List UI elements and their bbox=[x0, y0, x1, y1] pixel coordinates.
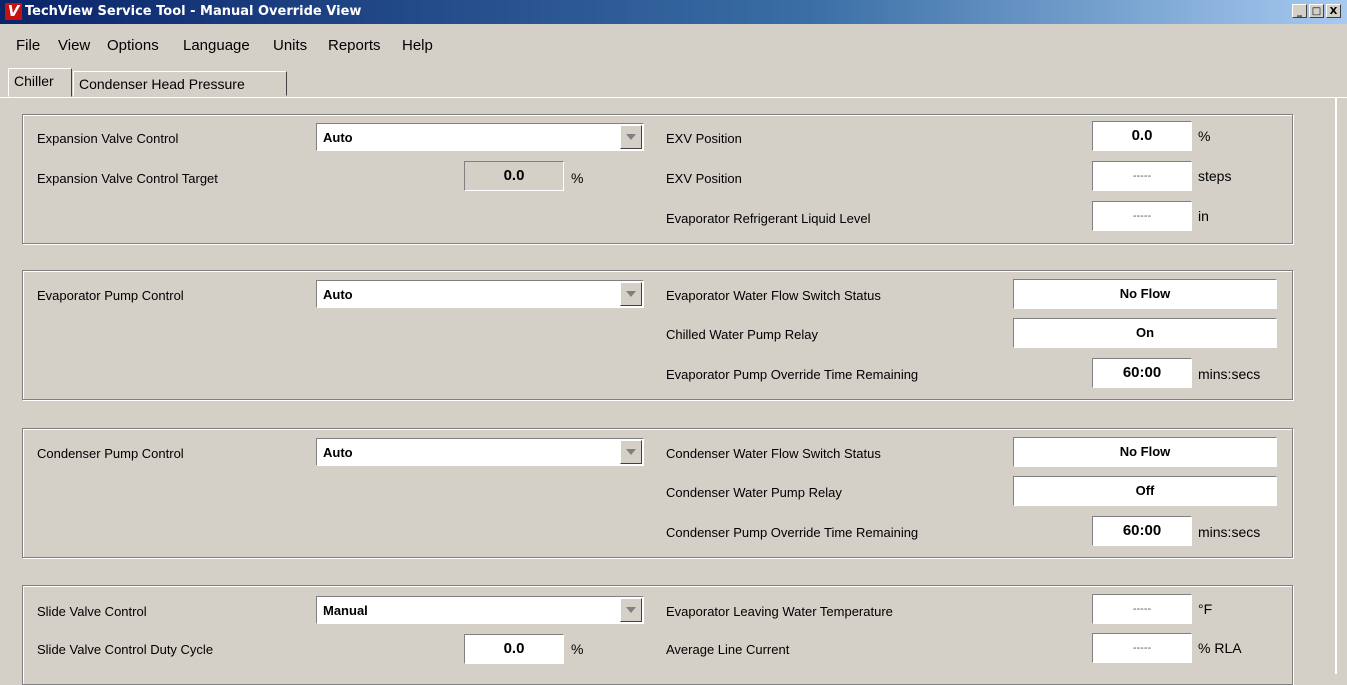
evap-leaving-water-temp-unit: °F bbox=[1198, 601, 1213, 617]
exv-position-pct-label: EXV Position bbox=[666, 131, 742, 146]
evap-leaving-water-temp-value: ----- bbox=[1092, 594, 1192, 624]
average-line-current-value: ----- bbox=[1092, 633, 1192, 663]
exv-position-steps-label: EXV Position bbox=[666, 171, 742, 186]
average-line-current-label: Average Line Current bbox=[666, 642, 790, 657]
menu-file[interactable]: File bbox=[16, 37, 40, 54]
tab-chiller[interactable]: Chiller bbox=[8, 68, 72, 97]
evaporator-pump-dropdown-button[interactable] bbox=[620, 282, 642, 306]
expansion-valve-control-dropdown[interactable]: Auto bbox=[316, 123, 644, 151]
chilled-water-pump-relay-value: On bbox=[1013, 318, 1277, 348]
condenser-pump-control-dropdown[interactable]: Auto bbox=[316, 438, 644, 466]
evap-pump-override-time-unit: mins:secs bbox=[1198, 366, 1261, 382]
chevron-down-icon bbox=[626, 134, 636, 140]
condenser-pump-dropdown-button[interactable] bbox=[620, 440, 642, 464]
average-line-current-unit: % RLA bbox=[1198, 640, 1242, 656]
cond-pump-override-time-unit: mins:secs bbox=[1198, 524, 1261, 540]
chilled-water-pump-relay-label: Chilled Water Pump Relay bbox=[666, 327, 818, 342]
cond-water-pump-relay-label: Condenser Water Pump Relay bbox=[666, 485, 842, 500]
tab-condenser-head-pressure[interactable]: Condenser Head Pressure bbox=[73, 71, 287, 96]
condenser-pump-control-label: Condenser Pump Control bbox=[37, 446, 184, 461]
menu-language[interactable]: Language bbox=[183, 37, 250, 54]
close-button[interactable]: X bbox=[1326, 4, 1341, 18]
app-logo-icon: V bbox=[5, 3, 22, 20]
minimize-button[interactable]: _ bbox=[1292, 4, 1307, 18]
exv-position-pct-value: 0.0 bbox=[1092, 121, 1192, 151]
menu-help[interactable]: Help bbox=[402, 37, 433, 54]
evap-liquid-level-label: Evaporator Refrigerant Liquid Level bbox=[666, 211, 871, 226]
window-title: TechView Service Tool - Manual Override … bbox=[25, 4, 362, 19]
slide-valve-control-dropdown[interactable]: Manual bbox=[316, 596, 644, 624]
title-bar: V TechView Service Tool - Manual Overrid… bbox=[0, 0, 1347, 24]
evap-leaving-water-temp-label: Evaporator Leaving Water Temperature bbox=[666, 604, 893, 619]
slide-valve-dropdown-button[interactable] bbox=[620, 598, 642, 622]
expansion-valve-target-label: Expansion Valve Control Target bbox=[37, 171, 218, 186]
evap-liquid-level-value: ----- bbox=[1092, 201, 1192, 231]
maximize-button[interactable]: □ bbox=[1309, 4, 1324, 18]
cond-pump-override-time-label: Condenser Pump Override Time Remaining bbox=[666, 525, 919, 540]
evap-pump-override-time-value: 60:00 bbox=[1092, 358, 1192, 388]
chevron-down-icon bbox=[626, 291, 636, 297]
cond-flow-switch-label: Condenser Water Flow Switch Status bbox=[666, 446, 881, 461]
evaporator-pump-control-dropdown[interactable]: Auto bbox=[316, 280, 644, 308]
evaporator-pump-control-value: Auto bbox=[323, 287, 353, 302]
slide-valve-duty-cycle-input[interactable]: 0.0 bbox=[464, 634, 564, 664]
expansion-valve-dropdown-button[interactable] bbox=[620, 125, 642, 149]
menu-options[interactable]: Options bbox=[107, 37, 159, 54]
cond-pump-override-time-value: 60:00 bbox=[1092, 516, 1192, 546]
slide-valve-duty-cycle-unit: % bbox=[571, 641, 584, 657]
expansion-valve-target-field: 0.0 bbox=[464, 161, 564, 191]
exv-position-steps-unit: steps bbox=[1198, 168, 1232, 184]
evap-flow-switch-label: Evaporator Water Flow Switch Status bbox=[666, 288, 881, 303]
slide-valve-control-value: Manual bbox=[323, 603, 368, 618]
exv-position-steps-value: ----- bbox=[1092, 161, 1192, 191]
menu-view[interactable]: View bbox=[58, 37, 90, 54]
expansion-valve-control-value: Auto bbox=[323, 130, 353, 145]
evap-liquid-level-unit: in bbox=[1198, 208, 1209, 224]
condenser-pump-control-value: Auto bbox=[323, 445, 353, 460]
evap-pump-override-time-label: Evaporator Pump Override Time Remaining bbox=[666, 367, 919, 382]
chevron-down-icon bbox=[626, 607, 636, 613]
tab-bar: Chiller Condenser Head Pressure bbox=[0, 68, 1347, 98]
slide-valve-duty-cycle-label: Slide Valve Control Duty Cycle bbox=[37, 642, 214, 657]
exv-position-pct-unit: % bbox=[1198, 128, 1211, 144]
chevron-down-icon bbox=[626, 449, 636, 455]
slide-valve-control-label: Slide Valve Control bbox=[37, 604, 147, 619]
expansion-valve-target-unit: % bbox=[571, 170, 584, 186]
menu-reports[interactable]: Reports bbox=[328, 37, 381, 54]
expansion-valve-control-label: Expansion Valve Control bbox=[37, 131, 179, 146]
cond-flow-switch-value: No Flow bbox=[1013, 437, 1277, 467]
panel-right-edge bbox=[1335, 98, 1337, 674]
menu-units[interactable]: Units bbox=[273, 37, 307, 54]
tab-underline bbox=[0, 97, 1347, 98]
cond-water-pump-relay-value: Off bbox=[1013, 476, 1277, 506]
evap-flow-switch-value: No Flow bbox=[1013, 279, 1277, 309]
evaporator-pump-control-label: Evaporator Pump Control bbox=[37, 288, 184, 303]
